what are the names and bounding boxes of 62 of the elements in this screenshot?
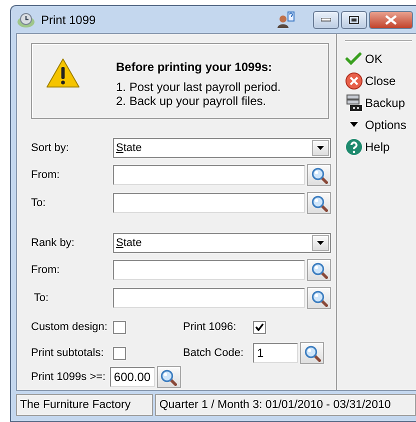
search-button[interactable] xyxy=(307,164,331,186)
search-button[interactable] xyxy=(156,366,181,388)
toolbar-button[interactable]: Options xyxy=(345,114,406,135)
field-label: Print 1099s >=: xyxy=(31,371,106,383)
search-icon xyxy=(304,344,320,362)
field-label: From: xyxy=(31,169,61,181)
minimize-button[interactable] xyxy=(313,10,339,28)
dropdown[interactable]: State xyxy=(113,138,331,158)
checkbox[interactable] xyxy=(113,320,126,334)
notice-line: 1. Post your last payroll period. xyxy=(116,80,281,94)
notice-line: 2. Back up your payroll files. xyxy=(116,94,268,108)
status-bar-field: Quarter 1 / Month 3: 01/01/2010 - 03/31/2010 xyxy=(155,394,416,416)
input-field[interactable]: 600.00 xyxy=(110,367,155,387)
ok-icon xyxy=(345,50,363,68)
maximize-button[interactable] xyxy=(341,10,367,28)
field-label: From: xyxy=(31,264,61,276)
search-icon xyxy=(310,290,328,306)
minimize-icon xyxy=(321,18,331,22)
field-label: To: xyxy=(31,197,47,209)
dropdown[interactable]: State xyxy=(113,233,331,253)
field-label: To: xyxy=(32,292,50,304)
notice-heading: Before printing your 1099s: xyxy=(116,60,274,74)
checkbox[interactable] xyxy=(253,320,266,334)
check-icon xyxy=(255,323,264,331)
field-label: Batch Code: xyxy=(183,347,245,359)
checkbox[interactable] xyxy=(113,346,126,360)
close-icon xyxy=(385,14,397,24)
toolbar-button[interactable]: Help xyxy=(345,136,390,157)
help-icon xyxy=(345,138,363,156)
close-button[interactable] xyxy=(369,10,413,28)
input-field[interactable] xyxy=(113,165,306,185)
search-icon xyxy=(310,262,328,278)
input-field[interactable] xyxy=(113,193,306,213)
search-icon xyxy=(310,194,328,212)
server-icon xyxy=(345,94,363,112)
field-label: Custom design: xyxy=(31,321,108,333)
search-button[interactable] xyxy=(300,342,324,364)
toolbar-button[interactable]: OK xyxy=(345,48,382,69)
dropdown-arrow-icon xyxy=(350,122,358,127)
app-icon xyxy=(17,12,35,28)
field-label: Print subtotals: xyxy=(31,347,105,359)
search-icon xyxy=(160,368,178,386)
close-icon xyxy=(345,72,363,90)
dropdown-arrow-icon xyxy=(317,146,324,150)
window-title: Print 1099 xyxy=(41,12,96,26)
search-button[interactable] xyxy=(307,192,331,214)
toolbar-button[interactable]: Close xyxy=(345,70,396,91)
input-field[interactable]: 1 xyxy=(253,343,298,363)
field-label: Rank by: xyxy=(31,237,76,249)
maximize-icon xyxy=(349,16,359,24)
field-label: Print 1096: xyxy=(183,321,238,333)
search-button[interactable] xyxy=(307,287,331,309)
user-help-icon[interactable] xyxy=(277,10,295,28)
status-bar-field: The Furniture Factory xyxy=(16,394,154,416)
field-label: Sort by: xyxy=(31,142,70,154)
warning-icon xyxy=(46,58,80,88)
toolbar-button[interactable]: Backup xyxy=(345,92,406,113)
input-field[interactable] xyxy=(113,260,306,280)
input-field[interactable] xyxy=(113,288,306,308)
search-icon xyxy=(310,166,328,184)
search-button[interactable] xyxy=(307,259,331,281)
dropdown-arrow-icon xyxy=(317,241,324,245)
